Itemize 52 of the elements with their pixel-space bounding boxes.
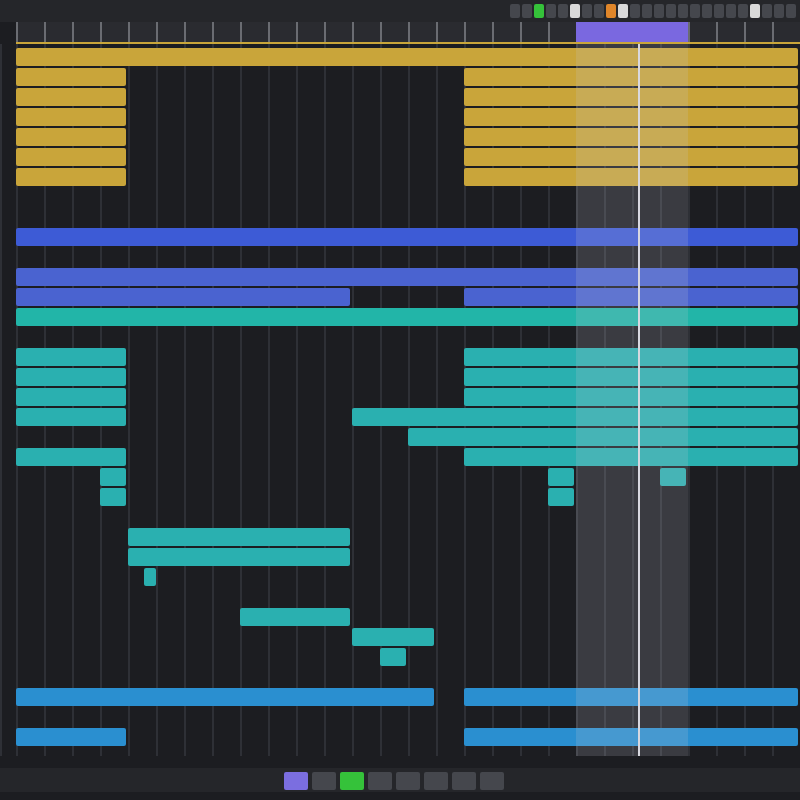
clip[interactable] — [464, 688, 798, 706]
clip[interactable] — [464, 728, 798, 746]
toolbar-button[interactable] — [570, 4, 580, 18]
clip[interactable] — [16, 408, 126, 426]
clip[interactable] — [16, 68, 126, 86]
clip[interactable] — [352, 408, 798, 426]
clip[interactable] — [464, 68, 798, 86]
clip[interactable] — [408, 428, 798, 446]
clip[interactable] — [240, 608, 350, 626]
clip[interactable] — [100, 468, 126, 486]
clip[interactable] — [464, 88, 798, 106]
clip[interactable] — [464, 288, 798, 306]
toolbar-button[interactable] — [750, 4, 760, 18]
toolbar-button[interactable] — [534, 4, 544, 18]
clip[interactable] — [16, 688, 434, 706]
transport-button[interactable] — [340, 771, 364, 789]
clip[interactable] — [16, 348, 126, 366]
clip[interactable] — [16, 168, 126, 186]
clip[interactable] — [548, 468, 574, 486]
toolbar-button[interactable] — [618, 4, 628, 18]
clip[interactable] — [16, 728, 126, 746]
clip[interactable] — [16, 268, 798, 286]
clip[interactable] — [16, 308, 798, 326]
clip[interactable] — [660, 468, 686, 486]
clip[interactable] — [464, 128, 798, 146]
clip[interactable] — [144, 568, 157, 586]
clip[interactable] — [352, 628, 434, 646]
clip[interactable] — [464, 348, 798, 366]
clip[interactable] — [464, 108, 798, 126]
clip[interactable] — [464, 388, 798, 406]
clip[interactable] — [16, 228, 798, 246]
timeline-ruler[interactable] — [16, 22, 800, 44]
clip[interactable] — [16, 368, 126, 386]
clip[interactable] — [16, 388, 126, 406]
clip[interactable] — [16, 288, 350, 306]
clip[interactable] — [16, 128, 126, 146]
clip[interactable] — [100, 488, 126, 506]
toolbar-button[interactable] — [606, 4, 616, 18]
clip[interactable] — [464, 448, 798, 466]
clip[interactable] — [16, 48, 798, 66]
clip[interactable] — [548, 488, 574, 506]
transport-button[interactable] — [284, 771, 308, 789]
clip[interactable] — [128, 548, 350, 566]
clip[interactable] — [128, 528, 350, 546]
clip[interactable] — [464, 368, 798, 386]
clip[interactable] — [16, 88, 126, 106]
clip[interactable] — [380, 648, 406, 666]
clip[interactable] — [464, 148, 798, 166]
clip[interactable] — [464, 168, 798, 186]
clip[interactable] — [16, 108, 126, 126]
clip[interactable] — [16, 148, 126, 166]
clip[interactable] — [16, 448, 126, 466]
